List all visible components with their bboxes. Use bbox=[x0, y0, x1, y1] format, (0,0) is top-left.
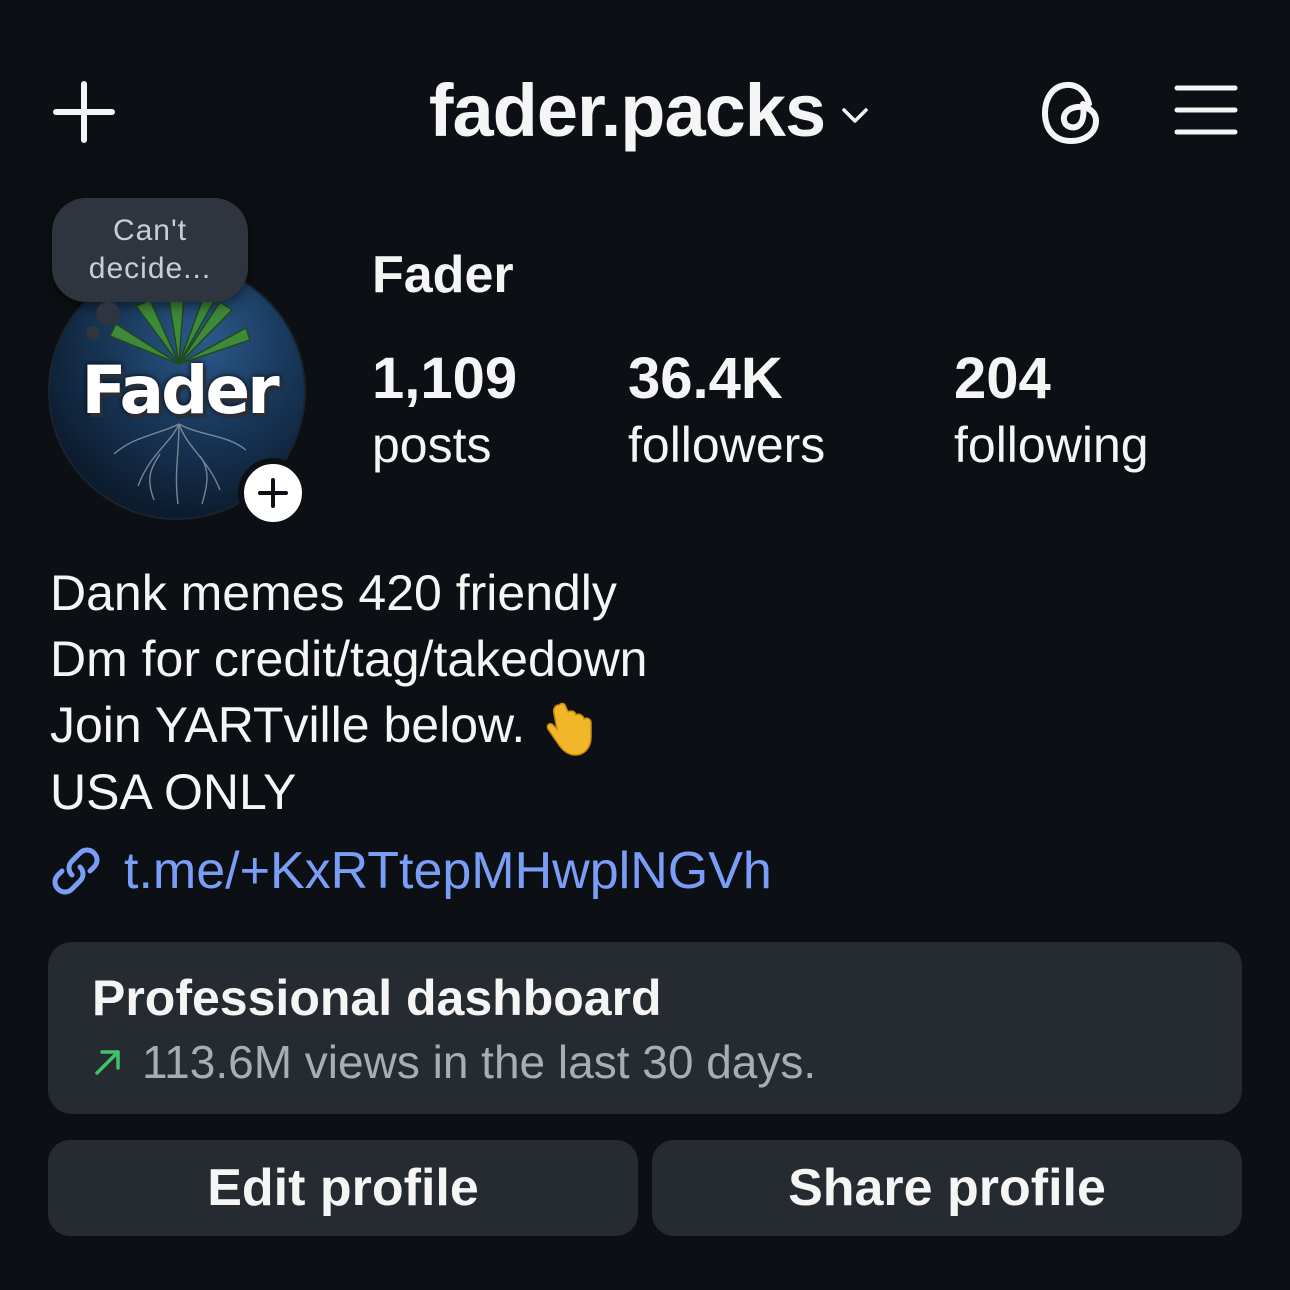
edit-profile-button[interactable]: Edit profile bbox=[48, 1140, 638, 1236]
bio: Dank memes 420 friendly Dm for credit/ta… bbox=[50, 560, 648, 825]
username-title: fader.packs bbox=[428, 69, 826, 152]
followers-label: followers bbox=[628, 417, 826, 473]
posts-stat[interactable]: 1,109 posts bbox=[372, 346, 517, 478]
display-name: Fader bbox=[372, 246, 514, 304]
note-bubble-tail bbox=[96, 302, 120, 326]
account-switcher[interactable]: fader.packs bbox=[429, 66, 871, 156]
menu-icon[interactable] bbox=[1174, 82, 1238, 138]
bio-line: Dank memes 420 friendly bbox=[50, 565, 617, 621]
following-label: following bbox=[954, 417, 1149, 473]
plus-icon bbox=[258, 478, 288, 508]
profile-page: fader.packs Fader Can't decide... Fader … bbox=[0, 0, 1290, 1290]
add-story-button[interactable] bbox=[238, 458, 308, 528]
avatar-logo-text: Fader bbox=[81, 352, 279, 429]
posts-count: 1,109 bbox=[372, 346, 518, 411]
bio-line: USA ONLY bbox=[50, 763, 297, 820]
bio-line-text: Join YARTville below. bbox=[50, 697, 526, 753]
professional-dashboard-card[interactable]: Professional dashboard 113.6M views in t… bbox=[48, 942, 1242, 1114]
bio-line-join: Join YARTville below. bbox=[50, 692, 648, 759]
threads-icon[interactable] bbox=[1040, 78, 1106, 148]
chevron-down-icon bbox=[842, 108, 868, 123]
trend-up-arrow-icon bbox=[95, 1050, 120, 1075]
dashboard-title: Professional dashboard bbox=[92, 970, 662, 1026]
note-bubble[interactable]: Can't decide... bbox=[52, 198, 248, 302]
bio-link[interactable]: t.me/+KxRTtepMHwplNGVh bbox=[124, 838, 772, 904]
bio-line: Dm for credit/tag/takedown bbox=[50, 631, 648, 687]
dashboard-views-text: 113.6M views in the last 30 days. bbox=[142, 1036, 817, 1088]
note-bubble-tail-small bbox=[86, 326, 100, 340]
followers-stat[interactable]: 36.4K followers bbox=[628, 346, 825, 478]
followers-count: 36.4K bbox=[628, 346, 783, 411]
share-profile-button[interactable]: Share profile bbox=[652, 1140, 1242, 1236]
note-text: Can't decide... bbox=[88, 214, 212, 285]
following-count: 204 bbox=[954, 346, 1051, 411]
link-icon bbox=[52, 847, 100, 895]
dashboard-subtitle-row: 113.6M views in the last 30 days. bbox=[92, 1034, 816, 1090]
following-stat[interactable]: 204 following bbox=[954, 346, 1149, 478]
pointing-down-hand-icon bbox=[547, 702, 592, 756]
posts-label: posts bbox=[372, 417, 492, 473]
bio-link-row[interactable]: t.me/+KxRTtepMHwplNGVh bbox=[48, 838, 772, 904]
